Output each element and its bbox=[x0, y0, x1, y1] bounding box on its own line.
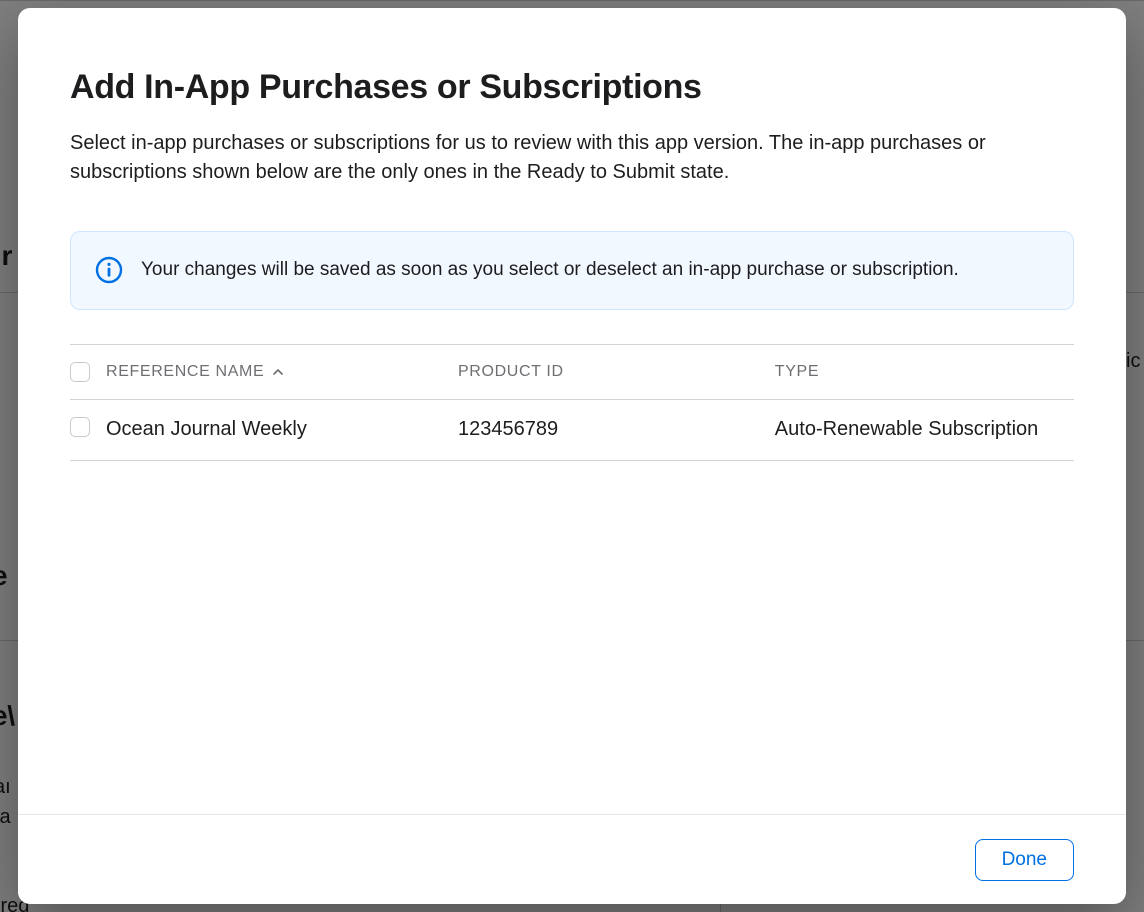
modal-overlay: Add In-App Purchases or Subscriptions Se… bbox=[0, 0, 1144, 912]
done-button[interactable]: Done bbox=[975, 839, 1074, 881]
column-header-label: TYPE bbox=[775, 363, 819, 381]
add-iap-modal: Add In-App Purchases or Subscriptions Se… bbox=[18, 8, 1126, 904]
cell-reference-name: Ocean Journal Weekly bbox=[106, 418, 458, 441]
column-header-type[interactable]: TYPE bbox=[775, 363, 1074, 381]
modal-body: Add In-App Purchases or Subscriptions Se… bbox=[18, 8, 1126, 814]
iap-table: REFERENCE NAME PRODUCT ID TYPE bbox=[70, 344, 1074, 461]
modal-subtitle: Select in-app purchases or subscriptions… bbox=[70, 129, 1070, 187]
cell-type: Auto-Renewable Subscription bbox=[775, 418, 1074, 441]
column-header-reference-name[interactable]: REFERENCE NAME bbox=[106, 363, 458, 381]
column-header-label: REFERENCE NAME bbox=[106, 363, 264, 381]
column-header-product-id[interactable]: PRODUCT ID bbox=[458, 363, 775, 381]
select-all-checkbox[interactable] bbox=[70, 362, 90, 382]
info-banner: Your changes will be saved as soon as yo… bbox=[70, 231, 1074, 310]
chevron-up-icon bbox=[272, 366, 284, 378]
table-header-row: REFERENCE NAME PRODUCT ID TYPE bbox=[70, 344, 1074, 400]
info-banner-text: Your changes will be saved as soon as yo… bbox=[141, 256, 959, 285]
modal-title: Add In-App Purchases or Subscriptions bbox=[70, 68, 1074, 107]
modal-footer: Done bbox=[18, 814, 1126, 904]
info-icon bbox=[95, 256, 123, 284]
cell-product-id: 123456789 bbox=[458, 418, 775, 441]
table-row[interactable]: Ocean Journal Weekly 123456789 Auto-Rene… bbox=[70, 399, 1074, 461]
column-header-label: PRODUCT ID bbox=[458, 363, 564, 381]
row-select-checkbox[interactable] bbox=[70, 417, 90, 437]
